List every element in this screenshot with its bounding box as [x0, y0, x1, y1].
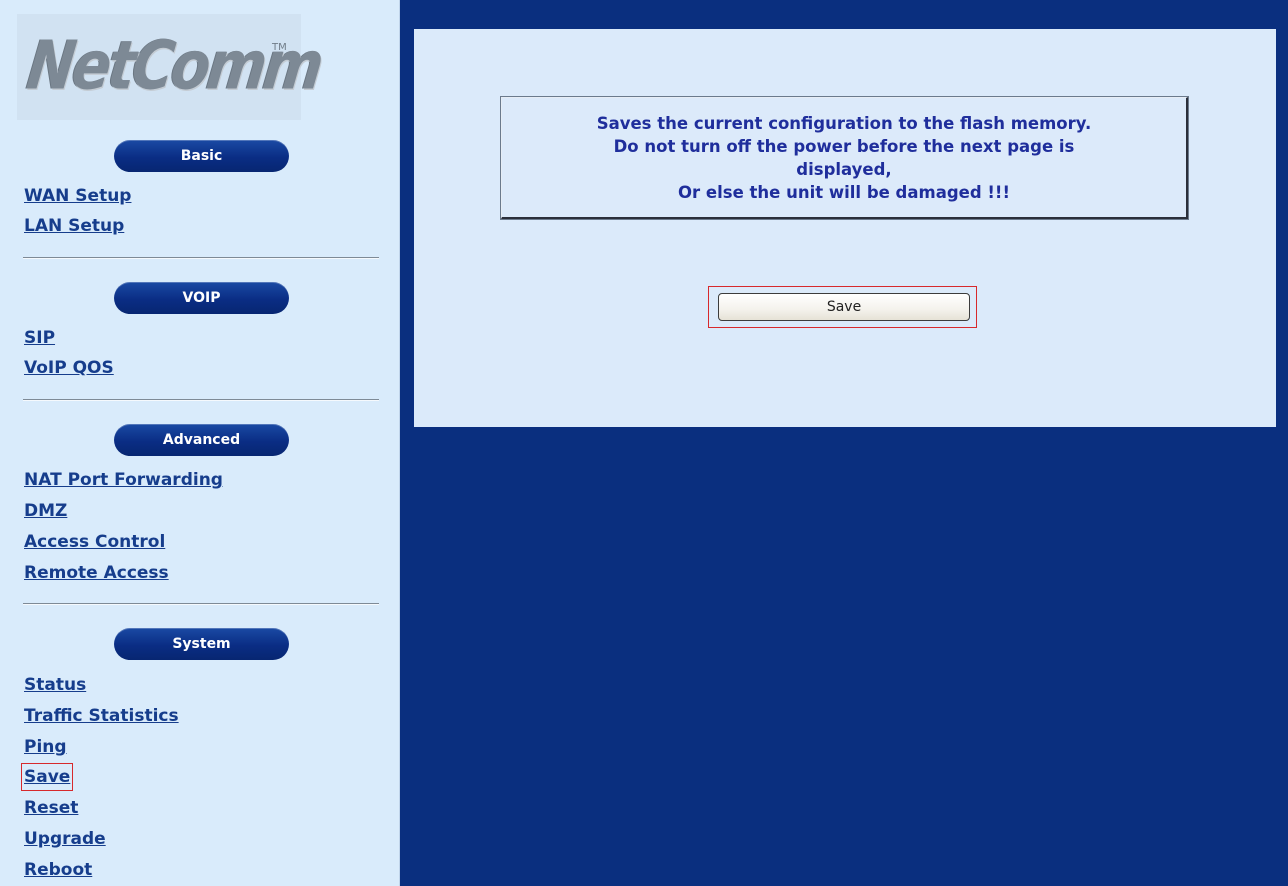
nav-link-voip-qos[interactable]: VoIP QOS [24, 357, 114, 379]
netcomm-logo: NetComm TM [17, 14, 325, 120]
sidebar-divider [23, 399, 379, 401]
nav-link-traffic-statistics[interactable]: Traffic Statistics [24, 705, 179, 727]
nav-link-ping[interactable]: Ping [24, 736, 67, 758]
nav-link-dmz[interactable]: DMZ [24, 500, 67, 522]
sidebar: NetComm TM Basic WAN Setup LAN Setup VOI… [0, 0, 400, 886]
logo-wordmark: NetComm [23, 27, 326, 106]
section-header-system: System [114, 628, 289, 660]
sidebar-divider [23, 603, 379, 605]
logo-trademark: TM [272, 42, 287, 53]
nav-link-reset[interactable]: Reset [24, 797, 78, 819]
save-config-panel: Saves the current configuration to the f… [414, 29, 1276, 427]
nav-link-save[interactable]: Save [20, 763, 74, 791]
warning-line-3: displayed, [796, 159, 892, 179]
section-header-basic: Basic [114, 140, 289, 172]
save-button[interactable]: Save [718, 293, 970, 321]
nav-link-reboot[interactable]: Reboot [24, 859, 92, 881]
save-warning-text: Saves the current configuration to the f… [587, 112, 1102, 204]
sidebar-divider [23, 257, 379, 259]
section-header-advanced: Advanced [114, 424, 289, 456]
warning-line-1: Saves the current configuration to the f… [596, 113, 1092, 133]
nav-link-remote-access[interactable]: Remote Access [24, 562, 169, 584]
nav-link-wan-setup[interactable]: WAN Setup [24, 185, 131, 207]
section-header-voip: VOIP [114, 282, 289, 314]
nav-link-status[interactable]: Status [24, 674, 86, 696]
nav-link-lan-setup[interactable]: LAN Setup [24, 215, 124, 237]
warning-line-4: Or else the unit will be damaged !!! [678, 182, 1010, 202]
nav-link-nat-port-forwarding[interactable]: NAT Port Forwarding [24, 469, 223, 491]
nav-link-access-control[interactable]: Access Control [24, 531, 165, 553]
warning-line-2: Do not turn off the power before the nex… [613, 136, 1075, 156]
nav-link-upgrade[interactable]: Upgrade [24, 828, 106, 850]
nav-link-sip[interactable]: SIP [24, 327, 55, 349]
save-warning-box: Saves the current configuration to the f… [500, 96, 1189, 220]
